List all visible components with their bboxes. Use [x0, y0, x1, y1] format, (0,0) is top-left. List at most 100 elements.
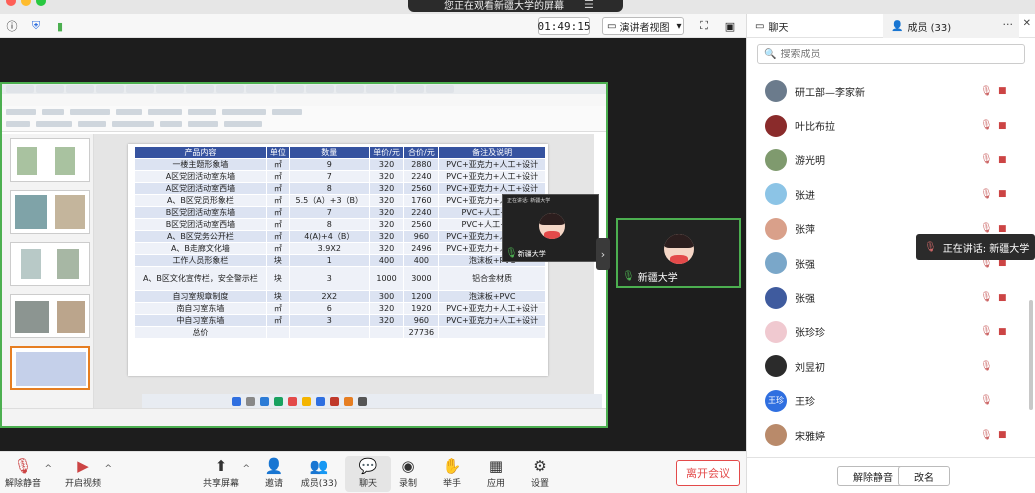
avatar: [765, 252, 787, 275]
table-row: 总价 27736: [134, 326, 546, 339]
table-cell: 2880: [403, 158, 440, 171]
member-row[interactable]: 张强 🎙 ■: [747, 280, 1035, 314]
avatar: [765, 114, 787, 137]
shield-icon[interactable]: ⛨: [28, 18, 44, 34]
member-list: 研工部—李家新 🎙 ■ 叶比布拉 🎙 ■ 游光明 🎙 ■ 张进 🎙 ■ 张萍 🎙 ■ 张强 🎙 ■ 张强 🎙 ■ 张珍珍 🎙…: [747, 74, 1035, 452]
member-row[interactable]: 刘昱初 🎙: [747, 349, 1035, 383]
mic-muted-icon: 🎙: [980, 120, 993, 132]
member-row[interactable]: 张进 🎙 ■: [747, 177, 1035, 211]
member-row[interactable]: 叶比布拉 🎙 ■: [747, 108, 1035, 142]
speaking-indicator: 🎙 正在讲话: 新疆大学: [916, 234, 1035, 260]
wps-menu-bar: [2, 94, 606, 106]
close-window-button[interactable]: [6, 0, 16, 6]
camera-off-icon: ■: [998, 154, 1007, 165]
table-cell: 1920: [403, 302, 440, 315]
settings-button[interactable]: ⚙ 设置: [517, 456, 563, 492]
more-options-icon[interactable]: ···: [1003, 18, 1014, 31]
table-row: B区党团活动室西墙㎡ 8 320 2560 PVC+人工+设计: [134, 218, 546, 231]
member-row[interactable]: 张珍珍 🎙 ■: [747, 315, 1035, 349]
participant-video-tile[interactable]: 🎙 新疆大学: [616, 218, 741, 288]
member-row[interactable]: 宋雅婷 🎙 ■: [747, 418, 1035, 452]
table-cell: ㎡: [265, 242, 290, 255]
chevron-up-icon[interactable]: ^: [104, 464, 112, 474]
tab-members[interactable]: 👤 成员 (33): [883, 14, 1019, 38]
meeting-top-bar: ⓘ ⛨ ▮ 01:49:15 ▭ 演讲者视图 ▾ ⛶ ▣: [0, 14, 746, 38]
minimize-window-button[interactable]: [21, 0, 31, 6]
sidebar-toggle-icon[interactable]: ▣: [722, 18, 738, 34]
record-button[interactable]: ◉ 录制: [385, 456, 431, 492]
table-cell: [265, 326, 290, 339]
view-mode-dropdown[interactable]: ▭ 演讲者视图 ▾: [602, 17, 684, 35]
hand-icon: ✋: [442, 457, 462, 475]
tab-chat-label: 聊天: [768, 22, 789, 34]
member-name: 王珍: [795, 397, 815, 409]
member-row[interactable]: 游光明 🎙 ■: [747, 143, 1035, 177]
avatar: [765, 80, 787, 103]
camera-off-icon: ■: [998, 120, 1007, 131]
collapse-gallery-button[interactable]: ›: [596, 238, 610, 270]
person-icon: 👤: [891, 20, 904, 32]
info-icon[interactable]: ⓘ: [4, 18, 20, 34]
table-cell: 400: [368, 254, 405, 267]
table-cell: 960: [403, 314, 440, 327]
member-search[interactable]: 🔍: [757, 44, 1025, 64]
leave-meeting-button[interactable]: 离开会议: [676, 460, 740, 486]
signal-icon[interactable]: ▮: [52, 18, 68, 34]
table-cell: 27736: [403, 326, 440, 339]
chevron-up-icon[interactable]: ^: [242, 464, 250, 474]
chat-icon: ▭: [755, 20, 765, 32]
unmute-button[interactable]: 🎙 解除静音 ^: [0, 456, 52, 492]
table-cell: 2560: [403, 218, 440, 231]
mic-muted-icon: 🎙: [980, 360, 993, 372]
table-cell: A、B区文化宣传栏，安全警示栏: [134, 266, 267, 291]
slide-thumbnail[interactable]: [10, 190, 90, 234]
slide-thumbnails: [2, 134, 94, 426]
table-cell: 8: [288, 218, 370, 231]
table-cell: 1760: [403, 194, 440, 207]
rename-button[interactable]: 改名: [898, 466, 950, 486]
slide-thumbnail-selected[interactable]: [10, 346, 90, 390]
table-cell: PVC+亚克力+人工+设计: [438, 182, 546, 195]
slide-thumbnail[interactable]: [10, 294, 90, 338]
mini-cam-name-label: 新疆大学: [517, 250, 546, 258]
member-name: 刘昱初: [795, 362, 825, 374]
members-button[interactable]: 👥 成员(33): [296, 456, 342, 492]
chevron-up-icon[interactable]: ^: [44, 464, 52, 474]
member-search-input[interactable]: [780, 48, 1001, 60]
member-name: 张强: [795, 259, 815, 271]
table-cell: 中自习室东墙: [134, 314, 267, 327]
member-list-scrollbar[interactable]: [1029, 300, 1033, 410]
apps-button[interactable]: ▦ 应用: [473, 456, 519, 492]
slide-editor: 产品内容 单位 数量 单价/元 合价/元 备注及说明 一楼主题形象墙㎡ 9 320 2880 PV…: [94, 134, 594, 426]
menu-icon[interactable]: ☰: [584, 0, 594, 11]
wps-tab: [36, 85, 64, 93]
unmute-label: 解除静音: [4, 479, 41, 489]
avatar: [765, 217, 787, 240]
tab-chat[interactable]: ▭ 聊天: [747, 14, 883, 38]
fullscreen-icon[interactable]: ⛶: [696, 18, 712, 34]
start-video-button[interactable]: ▶ 开启视频 ^: [60, 456, 112, 492]
table-cell: 1: [288, 254, 370, 267]
camera-off-icon: ■: [998, 292, 1007, 303]
invite-button[interactable]: 👤 邀请: [251, 456, 297, 492]
member-row[interactable]: 王珍 王珍 🎙: [747, 384, 1035, 418]
zoom-window-button[interactable]: [36, 0, 46, 6]
table-cell: 3000: [403, 266, 440, 291]
slide-thumbnail[interactable]: [10, 138, 90, 182]
table-cell: 泡沫板+PVC: [438, 290, 546, 303]
share-screen-button[interactable]: ⬆ 共享屏幕 ^: [198, 456, 250, 492]
table-cell: ㎡: [265, 170, 290, 183]
wps-tab: [66, 85, 94, 93]
mic-muted-icon: 🎙: [980, 292, 993, 304]
table-cell: 320: [368, 242, 405, 255]
slide-thumbnail[interactable]: [10, 242, 90, 286]
raise-hand-button[interactable]: ✋ 举手: [429, 456, 475, 492]
table-cell: 块: [265, 266, 290, 291]
table-header-cell: 单价/元: [368, 146, 405, 159]
table-cell: 2240: [403, 170, 440, 183]
table-cell: B区党团活动室西墙: [134, 218, 267, 231]
member-row[interactable]: 研工部—李家新 🎙 ■: [747, 74, 1035, 108]
avatar: 王珍: [765, 389, 787, 412]
table-header-cell: 备注及说明: [438, 146, 546, 159]
close-icon[interactable]: ✕: [1023, 18, 1031, 29]
